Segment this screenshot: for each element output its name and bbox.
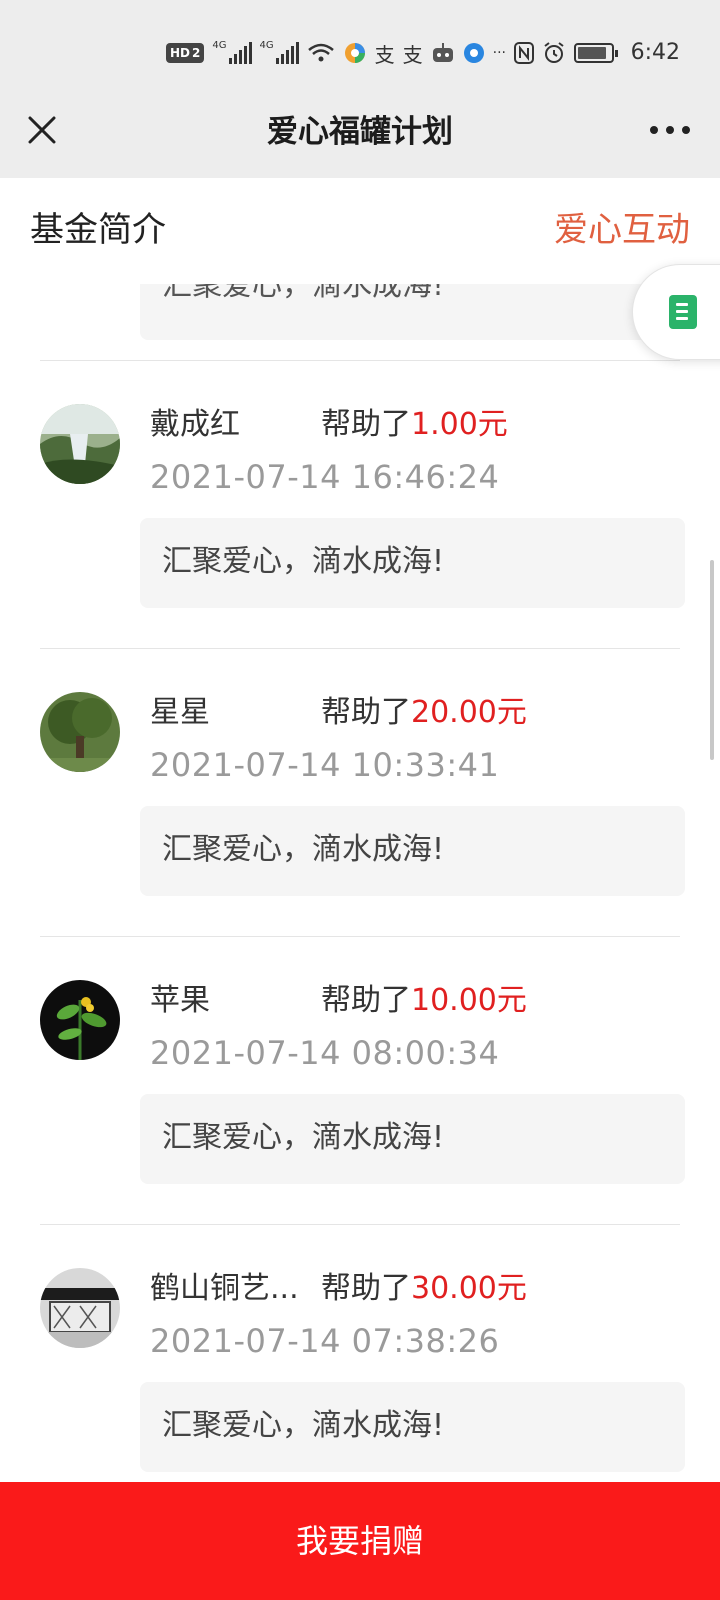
list-item: 戴成红 帮助了1.00元 2021-07-14 16:46:24 汇聚爱心，滴水… (0, 360, 720, 648)
donation-amount: 10.00元 (411, 983, 527, 1018)
avatar (40, 980, 120, 1060)
message-text: 汇聚爱心，滴水成海! (162, 1120, 445, 1155)
nav-bar: 爱心福罐计划 (0, 96, 720, 178)
donation-summary: 帮助了1.00元 (321, 406, 508, 444)
list-item: 星星 帮助了20.00元 2021-07-14 10:33:41 汇聚爱心，滴水… (0, 648, 720, 936)
list-item: 鹤山铜艺... 帮助了30.00元 2021-07-14 07:38:26 汇聚… (0, 1224, 720, 1512)
donate-button-label: 我要捐赠 (295, 1522, 424, 1560)
message-bubble: 汇聚爱心，滴水成海! (140, 1382, 685, 1472)
status-bar: HD 2 4G 4G 支 支 ··· 6:42 (0, 0, 720, 96)
message-bubble: 汇聚爱心，滴水成海! (140, 518, 685, 608)
page-title: 爱心福罐计划 (267, 114, 453, 150)
helped-label: 帮助了 (321, 983, 411, 1018)
app-colorful-icon (343, 40, 367, 66)
alipay-icon-2: 支 (402, 42, 423, 67)
helped-label: 帮助了 (321, 407, 411, 442)
donor-name: 星星 (150, 695, 210, 730)
signal-icon: 4G (212, 40, 252, 66)
tab-fund-intro[interactable]: 基金简介 (30, 208, 166, 252)
helped-label: 帮助了 (321, 1271, 411, 1306)
avatar (40, 692, 120, 772)
tab-love-interaction[interactable]: 爱心互动 (554, 208, 690, 252)
tabs-header: 基金简介 爱心互动 (0, 178, 720, 284)
hd-badge-num: 2 (192, 46, 201, 60)
network-type-label: 4G (212, 40, 227, 51)
signal-icon-2: 4G (260, 40, 299, 66)
wifi-icon (307, 40, 335, 66)
robot-app-icon (431, 40, 455, 66)
network-type-label-2: 4G (259, 40, 274, 51)
donation-time: 2021-07-14 10:33:41 (150, 746, 500, 784)
donation-amount: 1.00元 (411, 407, 508, 442)
hd-badge-label: HD (170, 46, 191, 60)
message-text: 汇聚爱心，滴水成海! (162, 544, 445, 579)
more-notifications-icon: ··· (492, 45, 506, 61)
donation-amount: 20.00元 (411, 695, 527, 730)
donor-name: 鹤山铜艺... (150, 1271, 299, 1306)
donor-name: 苹果 (150, 983, 210, 1018)
message-text: 汇聚爱心，滴水成海! (162, 832, 445, 867)
message-text: 汇聚爱心，滴水成海! (162, 1408, 445, 1443)
donate-button[interactable]: 我要捐赠 (0, 1482, 720, 1600)
donation-summary: 帮助了30.00元 (321, 1270, 527, 1308)
avatar (40, 404, 120, 484)
message-bubble: 汇聚爱心，滴水成海! (140, 1094, 685, 1184)
battery-icon (574, 40, 618, 66)
donation-time: 2021-07-14 07:38:26 (150, 1322, 500, 1360)
browser-app-icon (463, 40, 485, 66)
document-icon (669, 295, 697, 329)
status-icons: HD 2 4G 4G 支 支 ··· (166, 38, 618, 68)
donation-amount: 30.00元 (411, 1271, 527, 1306)
donation-summary: 帮助了20.00元 (321, 694, 527, 732)
avatar (40, 1268, 120, 1348)
donor-name: 戴成红 (150, 407, 240, 442)
donation-summary: 帮助了10.00元 (321, 982, 527, 1020)
helped-label: 帮助了 (321, 695, 411, 730)
alipay-icon: 支 (374, 42, 395, 67)
more-options-icon[interactable] (648, 118, 692, 142)
scrollbar[interactable] (710, 560, 714, 760)
status-time: 6:42 (630, 40, 680, 65)
list-item: 苹果 帮助了10.00元 2021-07-14 08:00:34 汇聚爱心，滴水… (0, 936, 720, 1224)
message-bubble: 汇聚爱心，滴水成海! (140, 806, 685, 896)
donation-time: 2021-07-14 08:00:34 (150, 1034, 500, 1072)
hd-badge-icon: HD 2 (166, 43, 205, 63)
floating-document-button[interactable] (632, 264, 720, 360)
alarm-icon (542, 40, 566, 66)
nfc-icon (514, 40, 534, 66)
donation-time: 2021-07-14 16:46:24 (150, 458, 500, 496)
